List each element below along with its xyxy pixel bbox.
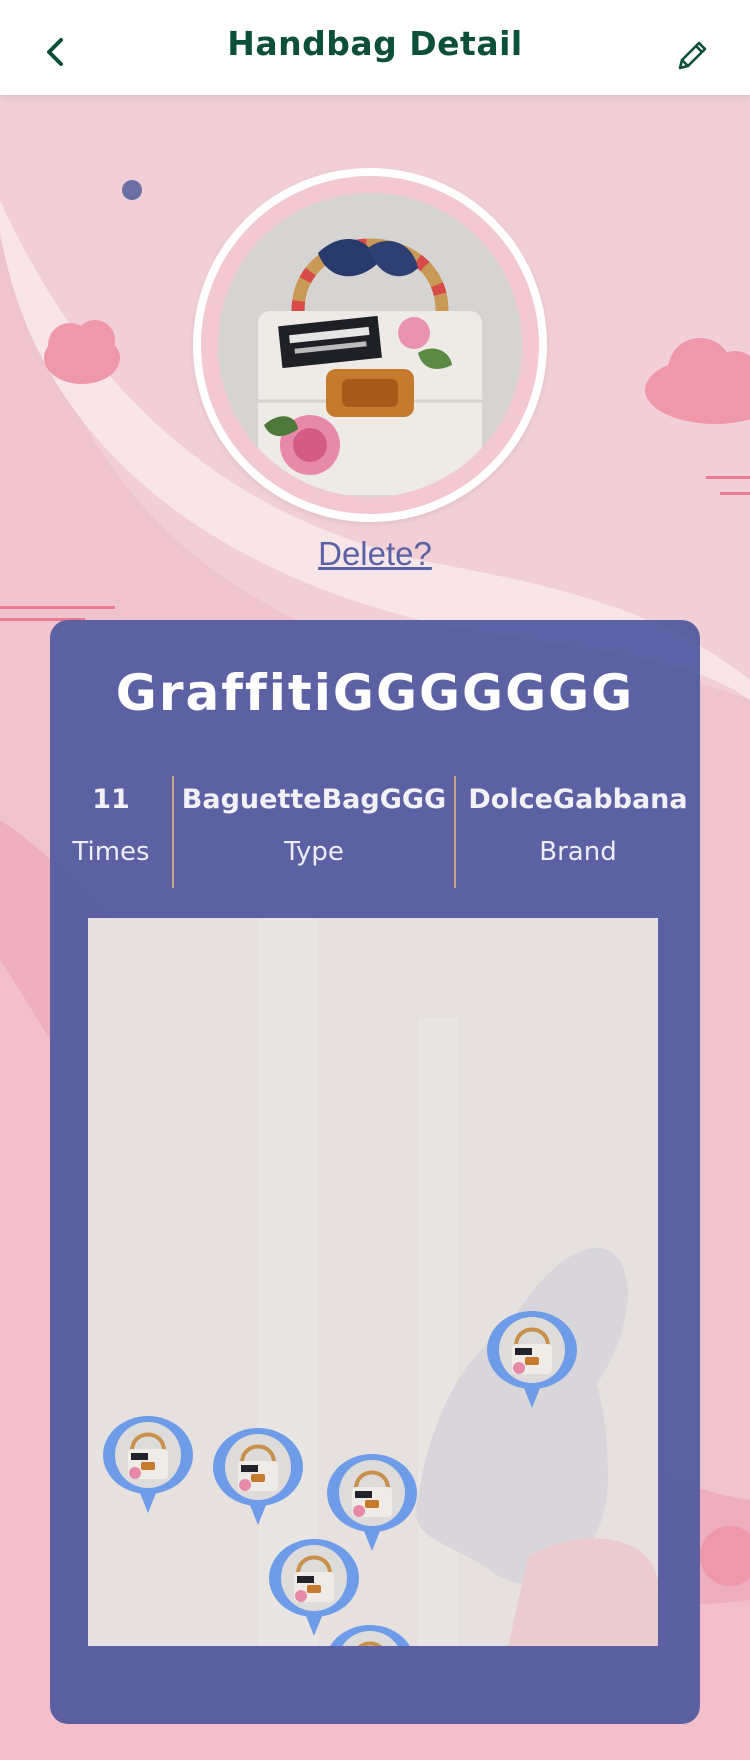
delete-link[interactable]: Delete?: [0, 535, 750, 573]
usage-map[interactable]: [88, 918, 658, 1646]
stat-times: 11 Times: [50, 776, 172, 886]
type-label: Type: [284, 837, 344, 867]
handbag-pin-icon: [103, 1416, 193, 1513]
handbag-avatar[interactable]: [193, 168, 547, 522]
handbag-location-pin[interactable]: [324, 1624, 416, 1646]
handbag-pin-icon: [330, 1625, 410, 1646]
handbag-pin-icon: [213, 1428, 303, 1525]
stat-type: BaguetteBagGGG Type: [174, 776, 454, 886]
edit-button[interactable]: [672, 36, 712, 76]
handbag-pin-icon: [487, 1311, 577, 1408]
handbag-name: GraffitiGGGGGGG: [115, 664, 635, 722]
page-title: Handbag Detail: [227, 24, 523, 63]
pencil-icon: [678, 41, 707, 70]
times-value: 11: [92, 784, 130, 815]
stat-brand: DolceGabbana Brand: [456, 776, 700, 886]
times-label: Times: [72, 837, 150, 867]
handbag-location-pin[interactable]: [212, 1427, 304, 1531]
type-value: BaguetteBagGGG: [181, 784, 447, 815]
brand-value: DolceGabbana: [468, 784, 688, 815]
handbag-detail-card: GraffitiGGGGGGG 11 Times BaguetteBagGGG …: [50, 620, 700, 1724]
handbag-location-pin[interactable]: [102, 1415, 194, 1519]
brand-label: Brand: [539, 837, 617, 867]
handbag-photo: [218, 193, 522, 497]
app-header: Handbag Detail: [0, 0, 750, 95]
handbag-location-pin[interactable]: [486, 1310, 578, 1414]
